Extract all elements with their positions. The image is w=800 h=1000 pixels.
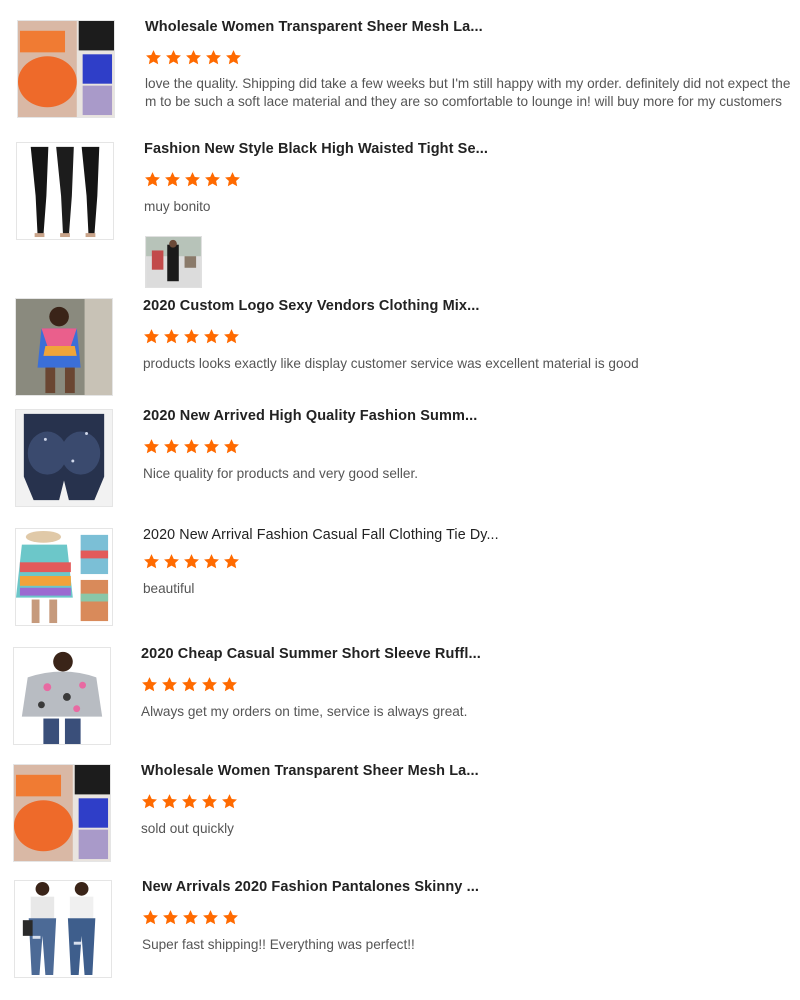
black-leggings-image xyxy=(17,143,113,239)
star-icon xyxy=(182,677,197,692)
product-title-link[interactable]: 2020 Cheap Casual Summer Short Sleeve Ru… xyxy=(141,646,481,662)
product-thumbnail[interactable] xyxy=(13,764,111,862)
star-icon xyxy=(202,794,217,809)
rating-stars xyxy=(144,171,241,191)
product-thumbnail[interactable] xyxy=(16,142,114,240)
rating-stars xyxy=(141,793,238,813)
rating-stars xyxy=(143,553,240,573)
star-icon xyxy=(164,329,179,344)
star-icon xyxy=(164,554,179,569)
ripped-jeans-image xyxy=(15,881,111,977)
leopard-top-image xyxy=(14,648,110,744)
star-icon xyxy=(142,794,157,809)
star-icon xyxy=(162,794,177,809)
star-icon xyxy=(206,50,221,65)
product-title-link[interactable]: 2020 New Arrival Fashion Casual Fall Clo… xyxy=(143,527,499,543)
product-title-link[interactable]: Wholesale Women Transparent Sheer Mesh L… xyxy=(141,763,479,779)
product-thumbnail[interactable] xyxy=(15,298,113,396)
product-title-link[interactable]: Wholesale Women Transparent Sheer Mesh L… xyxy=(145,19,483,35)
review-text: love the quality. Shipping did take a fe… xyxy=(145,76,791,109)
star-icon xyxy=(205,172,220,187)
tie-dye-sweater-image xyxy=(16,529,112,625)
product-thumbnail[interactable] xyxy=(15,409,113,507)
star-icon xyxy=(184,329,199,344)
star-icon xyxy=(222,677,237,692)
star-icon xyxy=(184,554,199,569)
product-title-link[interactable]: Fashion New Style Black High Waisted Tig… xyxy=(144,141,488,157)
star-icon xyxy=(203,910,218,925)
star-icon xyxy=(164,439,179,454)
orange-lace-shorts-image xyxy=(14,765,110,861)
review-text: Super fast shipping!! Everything was per… xyxy=(142,937,415,952)
star-icon xyxy=(144,439,159,454)
tie-dye-bodysuit-image xyxy=(16,299,112,395)
product-title-link[interactable]: 2020 Custom Logo Sexy Vendors Clothing M… xyxy=(143,298,479,314)
review-photo-attachment[interactable] xyxy=(145,236,202,288)
rating-stars xyxy=(145,49,242,69)
star-icon xyxy=(144,554,159,569)
star-icon xyxy=(226,50,241,65)
star-icon xyxy=(204,439,219,454)
star-icon xyxy=(142,677,157,692)
review-text: muy bonito xyxy=(144,199,211,214)
review-text: sold out quickly xyxy=(141,821,234,836)
rating-stars xyxy=(143,438,240,458)
product-title-link[interactable]: 2020 New Arrived High Quality Fashion Su… xyxy=(143,408,477,424)
star-icon xyxy=(224,554,239,569)
star-icon xyxy=(202,677,217,692)
star-icon xyxy=(146,50,161,65)
rating-stars xyxy=(142,909,239,929)
product-thumbnail[interactable] xyxy=(13,647,111,745)
star-icon xyxy=(183,910,198,925)
product-thumbnail[interactable] xyxy=(17,20,115,118)
review-text: Always get my orders on time, service is… xyxy=(141,704,468,719)
star-icon xyxy=(185,172,200,187)
star-icon xyxy=(144,329,159,344)
star-icon xyxy=(165,172,180,187)
star-icon xyxy=(223,910,238,925)
star-icon xyxy=(186,50,201,65)
star-icon xyxy=(145,172,160,187)
product-thumbnail[interactable] xyxy=(15,528,113,626)
denim-shorts-image xyxy=(16,410,112,506)
star-icon xyxy=(184,439,199,454)
product-thumbnail[interactable] xyxy=(14,880,112,978)
star-icon xyxy=(204,554,219,569)
rating-stars xyxy=(143,328,240,348)
rating-stars xyxy=(141,676,238,696)
star-icon xyxy=(163,910,178,925)
star-icon xyxy=(162,677,177,692)
star-icon xyxy=(204,329,219,344)
star-icon xyxy=(182,794,197,809)
customer-photo-image xyxy=(146,237,201,287)
orange-lace-shorts-image xyxy=(18,21,114,117)
star-icon xyxy=(224,439,239,454)
review-text: products looks exactly like display cust… xyxy=(143,356,639,371)
star-icon xyxy=(166,50,181,65)
star-icon xyxy=(225,172,240,187)
product-title-link[interactable]: New Arrivals 2020 Fashion Pantalones Ski… xyxy=(142,879,479,895)
star-icon xyxy=(143,910,158,925)
review-text: Nice quality for products and very good … xyxy=(143,466,419,481)
review-text: beautiful xyxy=(143,581,195,596)
star-icon xyxy=(224,329,239,344)
star-icon xyxy=(222,794,237,809)
